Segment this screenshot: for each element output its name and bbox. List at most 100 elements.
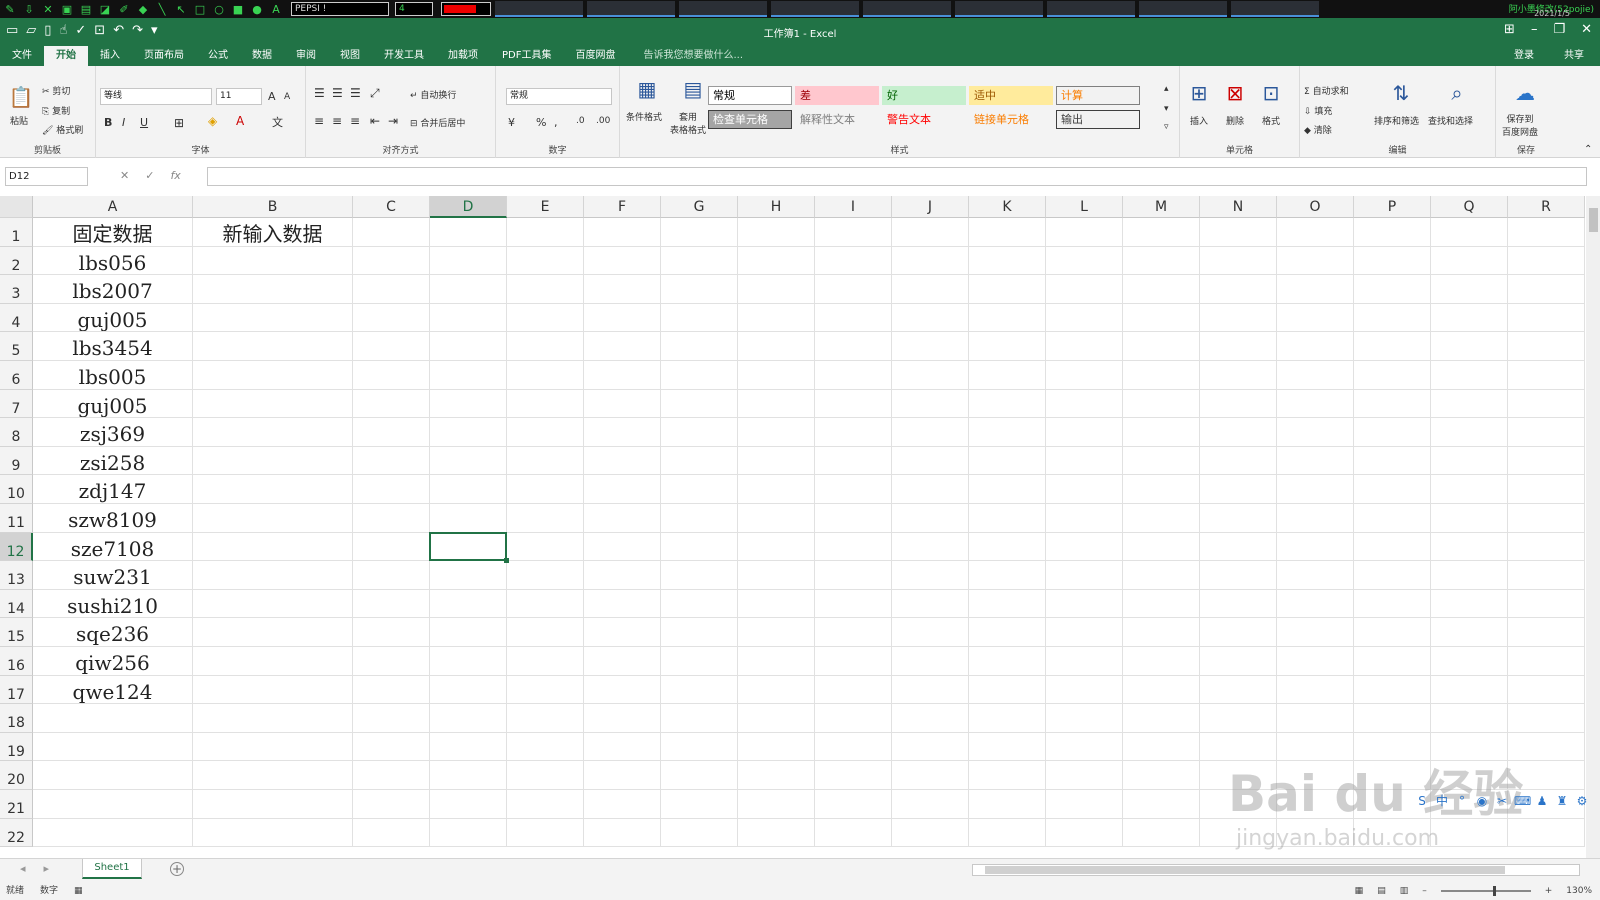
cell-I4[interactable]	[815, 303, 892, 333]
cell-D4[interactable]	[430, 303, 507, 333]
row-header[interactable]: 22	[0, 818, 33, 848]
column-header[interactable]: A	[33, 196, 193, 218]
cell-J14[interactable]	[892, 589, 969, 619]
gallery-down-icon[interactable]: ▾	[1164, 104, 1169, 114]
cell-G3[interactable]	[661, 275, 738, 304]
cell-O4[interactable]	[1277, 303, 1354, 333]
cell-D15[interactable]	[430, 618, 507, 647]
cell-B5[interactable]	[193, 332, 353, 361]
cell-J5[interactable]	[892, 332, 969, 361]
cell-L15[interactable]	[1046, 618, 1123, 647]
underline-icon[interactable]: U	[140, 116, 148, 129]
cell-K10[interactable]	[969, 475, 1046, 504]
cell-C16[interactable]	[353, 647, 430, 676]
cell-F22[interactable]	[584, 818, 661, 848]
cell-J21[interactable]	[892, 790, 969, 819]
cell-P13[interactable]	[1354, 561, 1431, 590]
cell-N10[interactable]	[1200, 475, 1277, 504]
cell-G14[interactable]	[661, 589, 738, 619]
delete-cells-icon[interactable]: ⊠	[1222, 80, 1248, 106]
horizontal-scrollbar[interactable]	[972, 864, 1580, 876]
insert-cells-icon[interactable]: ⊞	[1186, 80, 1212, 106]
cell-B9[interactable]	[193, 446, 353, 476]
cell-K11[interactable]	[969, 504, 1046, 533]
cell-K7[interactable]	[969, 389, 1046, 419]
cell-F6[interactable]	[584, 361, 661, 390]
cell-L14[interactable]	[1046, 589, 1123, 619]
cell-K16[interactable]	[969, 647, 1046, 676]
cell-P9[interactable]	[1354, 446, 1431, 476]
fill-icon[interactable]: ◆	[136, 3, 150, 16]
cell-C6[interactable]	[353, 361, 430, 390]
cell-A4[interactable]: guj005	[33, 303, 193, 333]
cell-Q11[interactable]	[1431, 504, 1508, 533]
cell-Q15[interactable]	[1431, 618, 1508, 647]
cell-F3[interactable]	[584, 275, 661, 304]
cell-F2[interactable]	[584, 246, 661, 276]
cell-I13[interactable]	[815, 561, 892, 590]
cell-C3[interactable]	[353, 275, 430, 304]
text-icon[interactable]: A	[269, 3, 283, 16]
cell-C12[interactable]	[353, 532, 430, 562]
cell-O15[interactable]	[1277, 618, 1354, 647]
cell-Q10[interactable]	[1431, 475, 1508, 504]
cell-N8[interactable]	[1200, 418, 1277, 447]
cell-L21[interactable]	[1046, 790, 1123, 819]
cell-R4[interactable]	[1508, 303, 1585, 333]
table-format-icon[interactable]: ▤	[680, 76, 706, 102]
cell-P2[interactable]	[1354, 246, 1431, 276]
cell-D11[interactable]	[430, 504, 507, 533]
cell-F17[interactable]	[584, 675, 661, 705]
baidu-netdisk-icon[interactable]: ☁	[1512, 80, 1538, 106]
column-header[interactable]: P	[1354, 196, 1431, 218]
paste-icon[interactable]: 📋	[8, 84, 34, 110]
ribbon-tab[interactable]: 加载项	[436, 46, 490, 66]
cell-H7[interactable]	[738, 389, 815, 419]
cell-H21[interactable]	[738, 790, 815, 819]
cell-K22[interactable]	[969, 818, 1046, 848]
cell-B19[interactable]	[193, 732, 353, 762]
ribbon-tab[interactable]: 数据	[240, 46, 284, 66]
insert-function-icon[interactable]: fx	[170, 169, 180, 182]
cell-Q3[interactable]	[1431, 275, 1508, 304]
bold-icon[interactable]: B	[104, 116, 112, 129]
cell-M20[interactable]	[1123, 761, 1200, 790]
column-header[interactable]: M	[1123, 196, 1200, 218]
cell-D1[interactable]	[430, 218, 507, 247]
taskbar-item[interactable]	[495, 1, 583, 17]
cell-I18[interactable]	[815, 704, 892, 733]
cell-E6[interactable]	[507, 361, 584, 390]
ribbon-tab[interactable]: 插入	[88, 46, 132, 66]
cell-J10[interactable]	[892, 475, 969, 504]
top-align-icon[interactable]: ☰	[314, 86, 325, 100]
share-button[interactable]: 共享	[1564, 46, 1584, 66]
cell-F4[interactable]	[584, 303, 661, 333]
marker-icon[interactable]: ✐	[117, 3, 131, 16]
cell-C21[interactable]	[353, 790, 430, 819]
orientation-icon[interactable]: ⤢	[370, 86, 380, 101]
cell-P11[interactable]	[1354, 504, 1431, 533]
row-header[interactable]: 2	[0, 246, 33, 276]
cell-G6[interactable]	[661, 361, 738, 390]
cell-M14[interactable]	[1123, 589, 1200, 619]
cell-A15[interactable]: sqe236	[33, 618, 193, 647]
cell-K15[interactable]	[969, 618, 1046, 647]
ime-skin-icon[interactable]: ♜	[1554, 793, 1570, 809]
cell-E15[interactable]	[507, 618, 584, 647]
cell-B18[interactable]	[193, 704, 353, 733]
bottom-align-icon[interactable]: ☰	[350, 86, 361, 100]
rectangle-icon[interactable]: □	[193, 3, 207, 16]
cell-N16[interactable]	[1200, 647, 1277, 676]
cell-C22[interactable]	[353, 818, 430, 848]
line-icon[interactable]: ╲	[155, 3, 169, 16]
cell-A10[interactable]: zdj147	[33, 475, 193, 504]
row-header[interactable]: 9	[0, 446, 33, 476]
pen-size-select[interactable]: 4	[395, 2, 433, 16]
cell-R17[interactable]	[1508, 675, 1585, 705]
cell-Q5[interactable]	[1431, 332, 1508, 361]
wrap-text-button[interactable]: ↵ 自动换行	[410, 88, 456, 101]
cell-G13[interactable]	[661, 561, 738, 590]
cell-K17[interactable]	[969, 675, 1046, 705]
cell-G11[interactable]	[661, 504, 738, 533]
save-to-baidu-button[interactable]: 保存到 百度网盘	[1502, 112, 1538, 138]
